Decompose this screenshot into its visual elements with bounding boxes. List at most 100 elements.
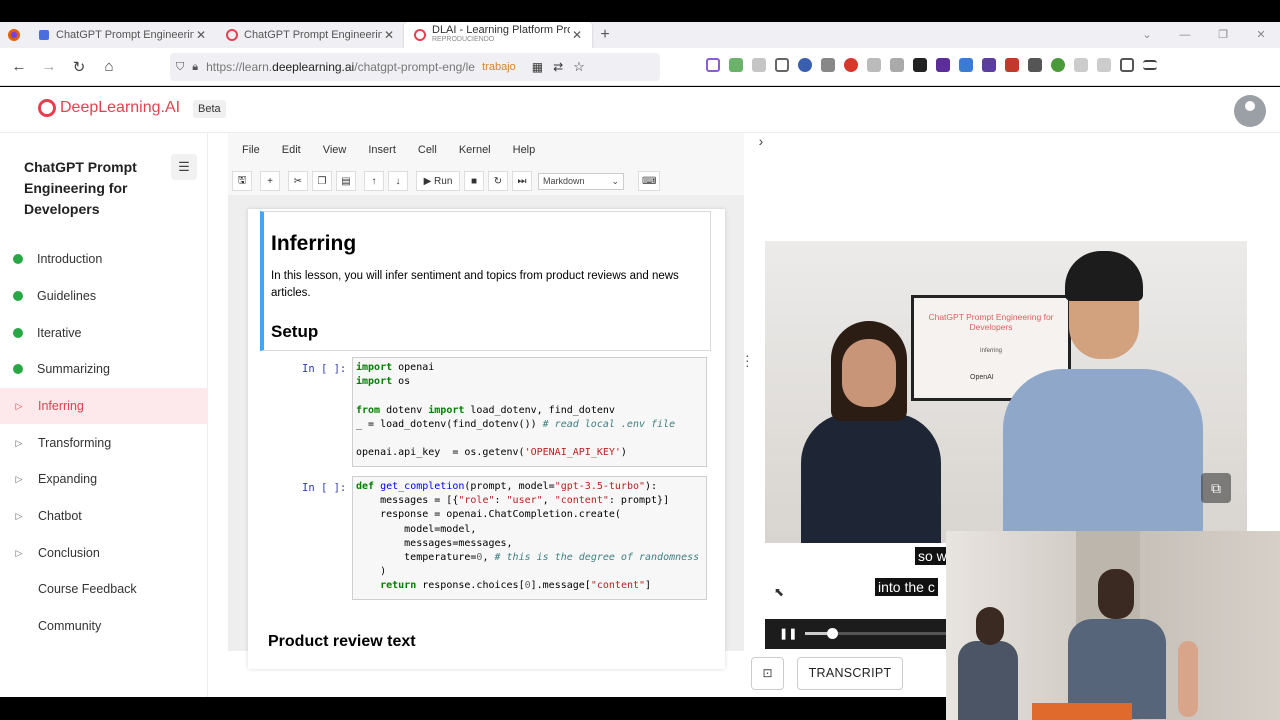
copy-icon[interactable]: ❐ (312, 171, 332, 191)
notification-extension-icon[interactable] (982, 58, 996, 72)
save-icon[interactable]: 🖫︎ (232, 171, 252, 191)
home-icon[interactable]: ⌂ (94, 58, 124, 75)
menu-kernel[interactable]: Kernel (459, 144, 491, 156)
shield-icon[interactable]: ⛉ (176, 61, 184, 74)
url-text[interactable]: https://learn.deeplearning.ai/chatgpt-pr… (206, 60, 476, 74)
forward-icon[interactable]: → (34, 58, 64, 75)
v-extension-icon[interactable] (890, 58, 904, 72)
browser-tab-2[interactable]: ChatGPT Prompt Engineering fo ✕ (216, 22, 404, 48)
address-bar[interactable]: ⛉ 🔒︎ https://learn.deeplearning.ai/chatg… (170, 53, 660, 81)
cell-prompt: In [ ]: (302, 482, 347, 494)
menu-help[interactable]: Help (513, 144, 536, 156)
cell-type-select[interactable]: Markdown ⌄ (538, 172, 624, 190)
code-cell-setup[interactable]: import openai import os from dotenv impo… (352, 357, 707, 467)
sidebar-item-community[interactable]: Community (0, 608, 208, 644)
site-logo[interactable]: DeepLearning.AI (38, 99, 180, 117)
sidebar-item-transforming[interactable]: ▷ Transforming (0, 425, 208, 461)
jupyter-notebook: File Edit View Insert Cell Kernel Help 🖫… (228, 133, 744, 669)
transcript-button[interactable]: TRANSCRIPT (797, 657, 903, 690)
browser-tab-active[interactable]: DLAI - Learning Platform Proto REPRODUCIE… (404, 22, 592, 48)
beta-badge: Beta (193, 100, 226, 118)
close-window-icon[interactable]: ✕ (1242, 22, 1280, 48)
maximize-icon[interactable]: ❐ (1204, 22, 1242, 48)
chevron-right-icon[interactable]: › (752, 133, 770, 151)
pocket-icon[interactable] (706, 58, 720, 72)
firefox-icon[interactable] (0, 22, 28, 48)
sidebar-item-inferring[interactable]: ▷ Inferring (0, 388, 208, 424)
off-extension-icon[interactable] (1028, 58, 1042, 72)
adblock-icon[interactable] (844, 58, 858, 72)
menu-view[interactable]: View (323, 144, 347, 156)
reload-icon[interactable]: ↻ (64, 58, 94, 76)
stop-icon[interactable]: ■ (464, 171, 484, 191)
screenshot-icon[interactable] (821, 58, 835, 72)
fast-forward-icon[interactable]: ⏭ (512, 171, 532, 191)
run-button[interactable]: ▶ Run (416, 171, 460, 191)
menu-edit[interactable]: Edit (282, 144, 301, 156)
menu-file[interactable]: File (242, 144, 260, 156)
translate-icon[interactable]: ⇄ (553, 60, 563, 74)
bookmark-extension-icon[interactable] (936, 58, 950, 72)
notebook-toolbar: 🖫︎ + ✂ ❐ ▤ ↑ ↓ ▶ Run ■ ↻ ⏭ Markdown ⌄ ⌨ (228, 167, 744, 195)
move-down-icon[interactable]: ↓ (388, 171, 408, 191)
sidebar-item-iterative[interactable]: Iterative (0, 315, 208, 351)
pause-icon[interactable]: ❚❚ (779, 627, 797, 640)
play-triangle-icon: ▷ (15, 473, 23, 484)
drag-handle-icon[interactable]: · · · (745, 348, 750, 372)
sidebar-item-chatbot[interactable]: ▷ Chatbot (0, 498, 208, 534)
sidebar-item-label: Iterative (37, 326, 82, 340)
webcam-person-head (1098, 569, 1134, 619)
e-extension-icon[interactable] (798, 58, 812, 72)
grid-extension-icon[interactable] (913, 58, 927, 72)
puzzle-icon[interactable] (1120, 58, 1134, 72)
keyboard-icon[interactable]: ⌨ (638, 171, 661, 191)
user-avatar-icon[interactable] (1234, 95, 1266, 127)
menu-insert[interactable]: Insert (368, 144, 396, 156)
video-progress-bar[interactable] (805, 628, 947, 639)
add-cell-icon[interactable]: + (260, 171, 280, 191)
code-cell-get-completion[interactable]: def get_completion(prompt, model="gpt-3.… (352, 476, 707, 600)
lesson-video[interactable]: ChatGPT Prompt Engineering for Developer… (765, 241, 1247, 543)
picture-in-picture-icon[interactable]: ⧉ (1201, 473, 1231, 503)
markdown-cell[interactable]: Inferring In this lesson, you will infer… (260, 211, 711, 351)
product-review-heading: Product review text (268, 633, 416, 650)
container-tag[interactable]: trabajo (482, 61, 516, 73)
reader-extension-icon[interactable] (1074, 58, 1088, 72)
download-icon[interactable] (729, 58, 743, 72)
extensions-grid-icon[interactable]: ▦ (532, 60, 543, 74)
check-icon (13, 254, 23, 264)
sidebar-item-course-feedback[interactable]: Course Feedback (0, 571, 208, 607)
menu-cell[interactable]: Cell (418, 144, 437, 156)
translate-extension-icon[interactable] (959, 58, 973, 72)
restart-icon[interactable]: ↻ (488, 171, 508, 191)
notes-icon[interactable]: ⊡ (751, 657, 784, 690)
sidebar-item-expanding[interactable]: ▷ Expanding (0, 461, 208, 497)
vpn-extension-icon[interactable] (1051, 58, 1065, 72)
minimize-icon[interactable]: — (1166, 22, 1204, 48)
move-up-icon[interactable]: ↑ (364, 171, 384, 191)
new-badge-extension-icon[interactable] (1005, 58, 1019, 72)
hamburger-menu-icon[interactable] (1143, 60, 1157, 70)
cut-icon[interactable]: ✂ (288, 171, 308, 191)
sidebar-icon[interactable] (775, 58, 789, 72)
new-tab-button[interactable]: + (592, 26, 618, 44)
close-tab-icon[interactable]: ✕ (382, 28, 396, 42)
back-icon[interactable]: ← (4, 58, 34, 75)
sidebar-item-summarizing[interactable]: Summarizing (0, 351, 208, 387)
close-tab-icon[interactable]: ✕ (194, 28, 208, 42)
close-tab-icon[interactable]: ✕ (570, 28, 584, 42)
paste-icon[interactable]: ▤ (336, 171, 356, 191)
k-extension-icon[interactable] (867, 58, 881, 72)
sidebar-item-conclusion[interactable]: ▷ Conclusion (0, 535, 208, 571)
browser-tab-1[interactable]: ChatGPT Prompt Engineering fo ✕ (28, 22, 216, 48)
library-icon[interactable] (752, 58, 766, 72)
collapse-sidebar-button[interactable]: ☰ (171, 154, 197, 180)
sidebar-item-introduction[interactable]: Introduction (0, 241, 208, 277)
tab-subtitle: REPRODUCIENDO (432, 36, 495, 43)
progress-knob[interactable] (826, 628, 838, 639)
sidebar-item-guidelines[interactable]: Guidelines (0, 278, 208, 314)
reader-extension-icon-2[interactable] (1097, 58, 1111, 72)
list-all-tabs-icon[interactable]: ⌄ (1128, 22, 1166, 48)
bookmark-star-icon[interactable]: ☆ (573, 59, 585, 75)
lock-icon[interactable]: 🔒︎ (192, 61, 198, 74)
